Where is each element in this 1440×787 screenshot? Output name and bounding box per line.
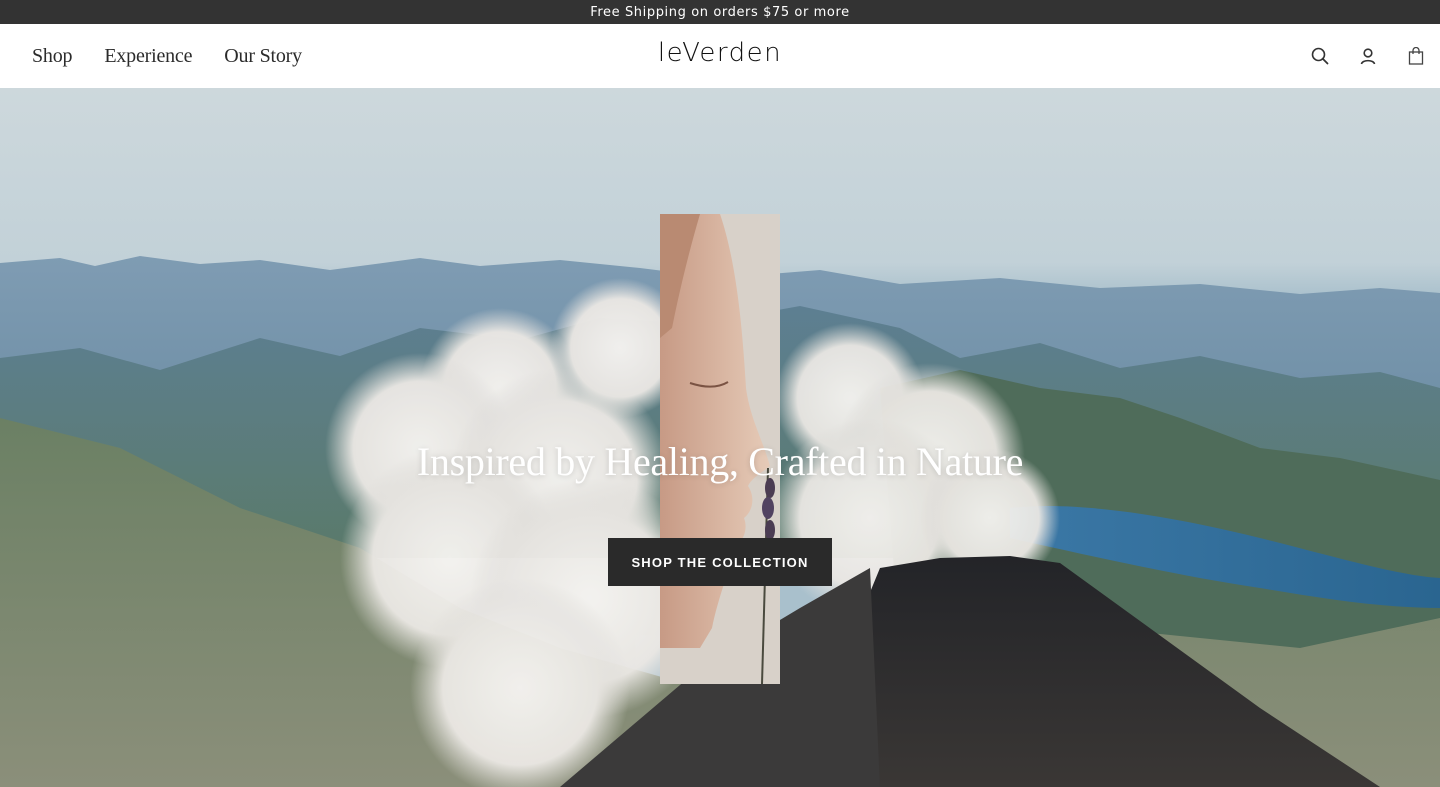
- site-header: Shop Experience Our Story leVerden: [0, 24, 1440, 88]
- bag-icon[interactable]: [1406, 46, 1426, 66]
- nav-shop[interactable]: Shop: [32, 45, 73, 68]
- shop-collection-button[interactable]: SHOP THE COLLECTION: [608, 538, 832, 586]
- account-icon[interactable]: [1358, 46, 1378, 66]
- nav-experience[interactable]: Experience: [104, 45, 192, 68]
- brand-logo[interactable]: leVerden: [658, 38, 782, 68]
- main-nav: Shop Experience Our Story: [32, 24, 334, 88]
- nav-our-story[interactable]: Our Story: [224, 45, 302, 68]
- promo-text: Free Shipping on orders $75 or more: [590, 4, 850, 20]
- search-icon[interactable]: [1310, 46, 1330, 66]
- hero-banner: Inspired by Healing, Crafted in Nature S…: [0, 88, 1440, 787]
- promo-bar: Free Shipping on orders $75 or more: [0, 0, 1440, 24]
- hero-title: Inspired by Healing, Crafted in Nature: [416, 439, 1024, 484]
- header-icons: [1282, 24, 1426, 88]
